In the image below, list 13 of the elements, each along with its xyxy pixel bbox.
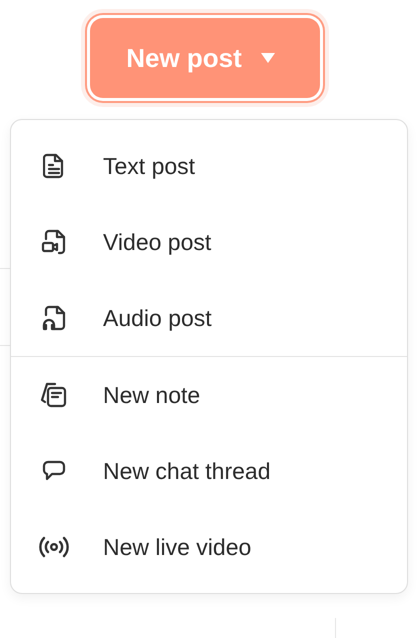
menu-item[interactable]: New chat thread (11, 433, 407, 509)
chat-bubble-icon (42, 459, 66, 483)
menu-item[interactable]: New note (11, 357, 407, 433)
audio-file-icon (41, 305, 67, 331)
menu-item[interactable]: New live video (11, 509, 407, 585)
menu-item[interactable]: Text post (11, 128, 407, 204)
notes-icon (40, 382, 68, 408)
menu-item[interactable]: Video post (11, 204, 407, 280)
document-icon (43, 153, 65, 179)
video-file-icon (41, 229, 67, 255)
menu-item[interactable]: Audio post (11, 280, 407, 356)
broadcast-icon (38, 536, 70, 558)
caret-icon (260, 52, 276, 64)
